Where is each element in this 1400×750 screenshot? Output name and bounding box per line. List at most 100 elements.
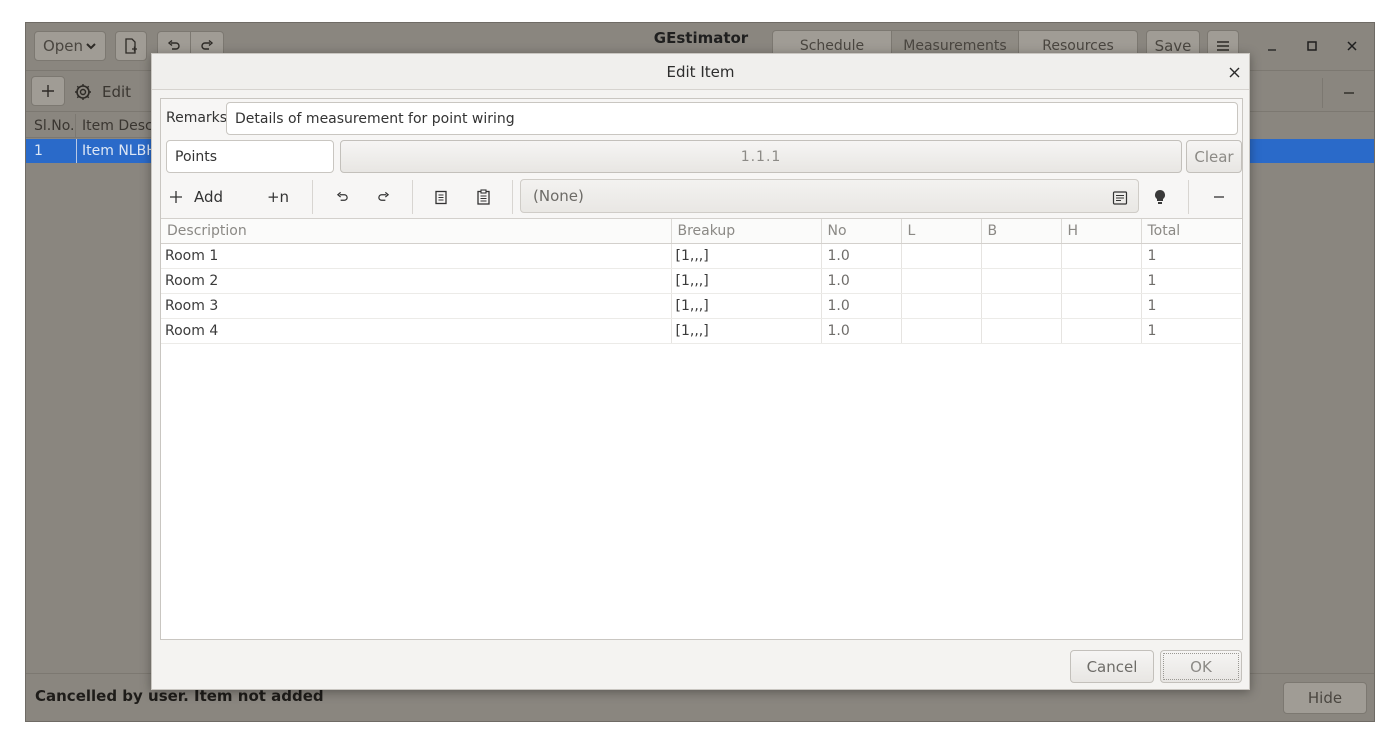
cell-b[interactable] — [981, 243, 1062, 269]
new-document-icon — [123, 38, 139, 54]
template-combo[interactable]: (None) — [520, 179, 1139, 213]
redo-button[interactable] — [368, 182, 398, 212]
cell-h[interactable] — [1061, 318, 1142, 344]
column-header-h[interactable]: H — [1061, 219, 1142, 244]
table-header-row: Description Breakup No L B H Total — [161, 219, 1241, 244]
remove-row-button[interactable] — [1204, 182, 1234, 212]
template-picker-button[interactable] — [1108, 186, 1132, 210]
app-title: GEstimator — [653, 29, 749, 47]
cell-total: 1 — [1141, 318, 1241, 344]
measurement-table: Description Breakup No L B H Total Room … — [161, 219, 1241, 344]
minimize-icon — [1266, 40, 1278, 52]
cell-h[interactable] — [1061, 268, 1142, 294]
undo-icon — [336, 191, 349, 204]
remarks-field[interactable]: Details of measurement for point wiring — [226, 102, 1238, 135]
unit-field[interactable]: Points — [166, 140, 334, 173]
dialog-close-button[interactable] — [1222, 60, 1246, 84]
cell-b[interactable] — [981, 318, 1062, 344]
open-label: Open — [42, 37, 84, 55]
toolbar-separator — [512, 180, 513, 214]
cell-description[interactable]: Room 2 — [161, 268, 672, 294]
cell-breakup[interactable]: [1,,,] — [671, 318, 822, 344]
gear-icon — [74, 83, 92, 101]
edit-item-dialog: Edit Item Remarks: Details of measuremen… — [151, 53, 1250, 690]
cell-total: 1 — [1141, 268, 1241, 294]
add-label: Add — [194, 188, 224, 206]
item-code-button[interactable]: 1.1.1 — [340, 140, 1182, 173]
cell-h[interactable] — [1061, 243, 1142, 269]
cell-description[interactable]: Room 4 — [161, 318, 672, 344]
cell-total: 1 — [1141, 293, 1241, 319]
remarks-label: Remarks: — [166, 110, 232, 126]
column-header-breakup[interactable]: Breakup — [671, 219, 822, 244]
minus-icon — [1343, 87, 1355, 99]
cell-total: 1 — [1141, 243, 1241, 269]
undo-button[interactable] — [327, 182, 357, 212]
document-list-icon — [1112, 190, 1128, 206]
add-n-rows-button[interactable]: +n — [258, 182, 298, 212]
schedule-cell-slno: 1 — [34, 143, 43, 159]
remove-item-button[interactable] — [1332, 79, 1366, 107]
minus-icon — [1213, 191, 1225, 203]
paste-button[interactable] — [468, 182, 498, 212]
maximize-button[interactable] — [1298, 33, 1326, 59]
plus-icon — [41, 84, 55, 98]
open-button[interactable]: Open — [34, 31, 106, 61]
cell-no[interactable]: 1.0 — [821, 293, 902, 319]
cell-h[interactable] — [1061, 293, 1142, 319]
table-row[interactable]: Room 1 [1,,,] 1.0 1 — [161, 243, 1241, 269]
cell-description[interactable]: Room 3 — [161, 293, 672, 319]
edit-label: Edit — [102, 83, 132, 101]
column-header-b[interactable]: B — [981, 219, 1062, 244]
cell-no[interactable]: 1.0 — [821, 243, 902, 269]
table-row[interactable]: Room 4 [1,,,] 1.0 1 — [161, 318, 1241, 344]
table-row[interactable]: Room 3 [1,,,] 1.0 1 — [161, 293, 1241, 319]
schedule-header-slno[interactable]: Sl.No. — [26, 114, 76, 138]
clear-button[interactable]: Clear — [1186, 140, 1242, 173]
cell-breakup[interactable]: [1,,,] — [671, 293, 822, 319]
cell-b[interactable] — [981, 268, 1062, 294]
schedule-cell-desc: Item NLBH- — [82, 143, 162, 159]
paste-icon — [476, 189, 491, 205]
cell-no[interactable]: 1.0 — [821, 268, 902, 294]
undo-icon — [167, 39, 181, 53]
minimize-button[interactable] — [1258, 33, 1286, 59]
hamburger-menu-icon — [1216, 40, 1230, 52]
dialog-title: Edit Item — [152, 54, 1249, 90]
cell-l[interactable] — [901, 268, 982, 294]
close-icon — [1346, 40, 1358, 52]
toolbar-separator — [412, 180, 413, 214]
cell-l[interactable] — [901, 293, 982, 319]
cell-l[interactable] — [901, 243, 982, 269]
column-header-l[interactable]: L — [901, 219, 982, 244]
close-icon — [1229, 67, 1240, 78]
table-row[interactable]: Room 2 [1,,,] 1.0 1 — [161, 268, 1241, 294]
hide-button[interactable]: Hide — [1283, 682, 1367, 714]
add-item-button[interactable] — [31, 76, 65, 106]
column-header-no[interactable]: No — [821, 219, 902, 244]
cell-no[interactable]: 1.0 — [821, 318, 902, 344]
cancel-button[interactable]: Cancel — [1070, 650, 1154, 683]
column-header-description[interactable]: Description — [161, 219, 672, 244]
edit-item-button[interactable]: Edit — [74, 78, 144, 106]
cell-description[interactable]: Room 1 — [161, 243, 672, 269]
redo-icon — [200, 39, 214, 53]
copy-button[interactable] — [426, 182, 456, 212]
cell-l[interactable] — [901, 318, 982, 344]
new-file-button[interactable] — [115, 31, 147, 61]
bulb-button[interactable] — [1147, 182, 1173, 212]
column-header-total[interactable]: Total — [1141, 219, 1241, 244]
close-window-button[interactable] — [1338, 33, 1366, 59]
toolbar-separator — [1188, 180, 1189, 214]
redo-icon — [377, 191, 390, 204]
toolbar-separator — [1322, 78, 1323, 108]
cell-breakup[interactable]: [1,,,] — [671, 268, 822, 294]
cell-breakup[interactable]: [1,,,] — [671, 243, 822, 269]
column-divider — [76, 139, 77, 163]
copy-icon — [434, 190, 448, 205]
template-combo-value: (None) — [533, 187, 584, 205]
bulb-icon — [1153, 189, 1167, 205]
ok-button[interactable]: OK — [1160, 650, 1242, 683]
add-row-button[interactable]: Add — [170, 182, 240, 212]
cell-b[interactable] — [981, 293, 1062, 319]
